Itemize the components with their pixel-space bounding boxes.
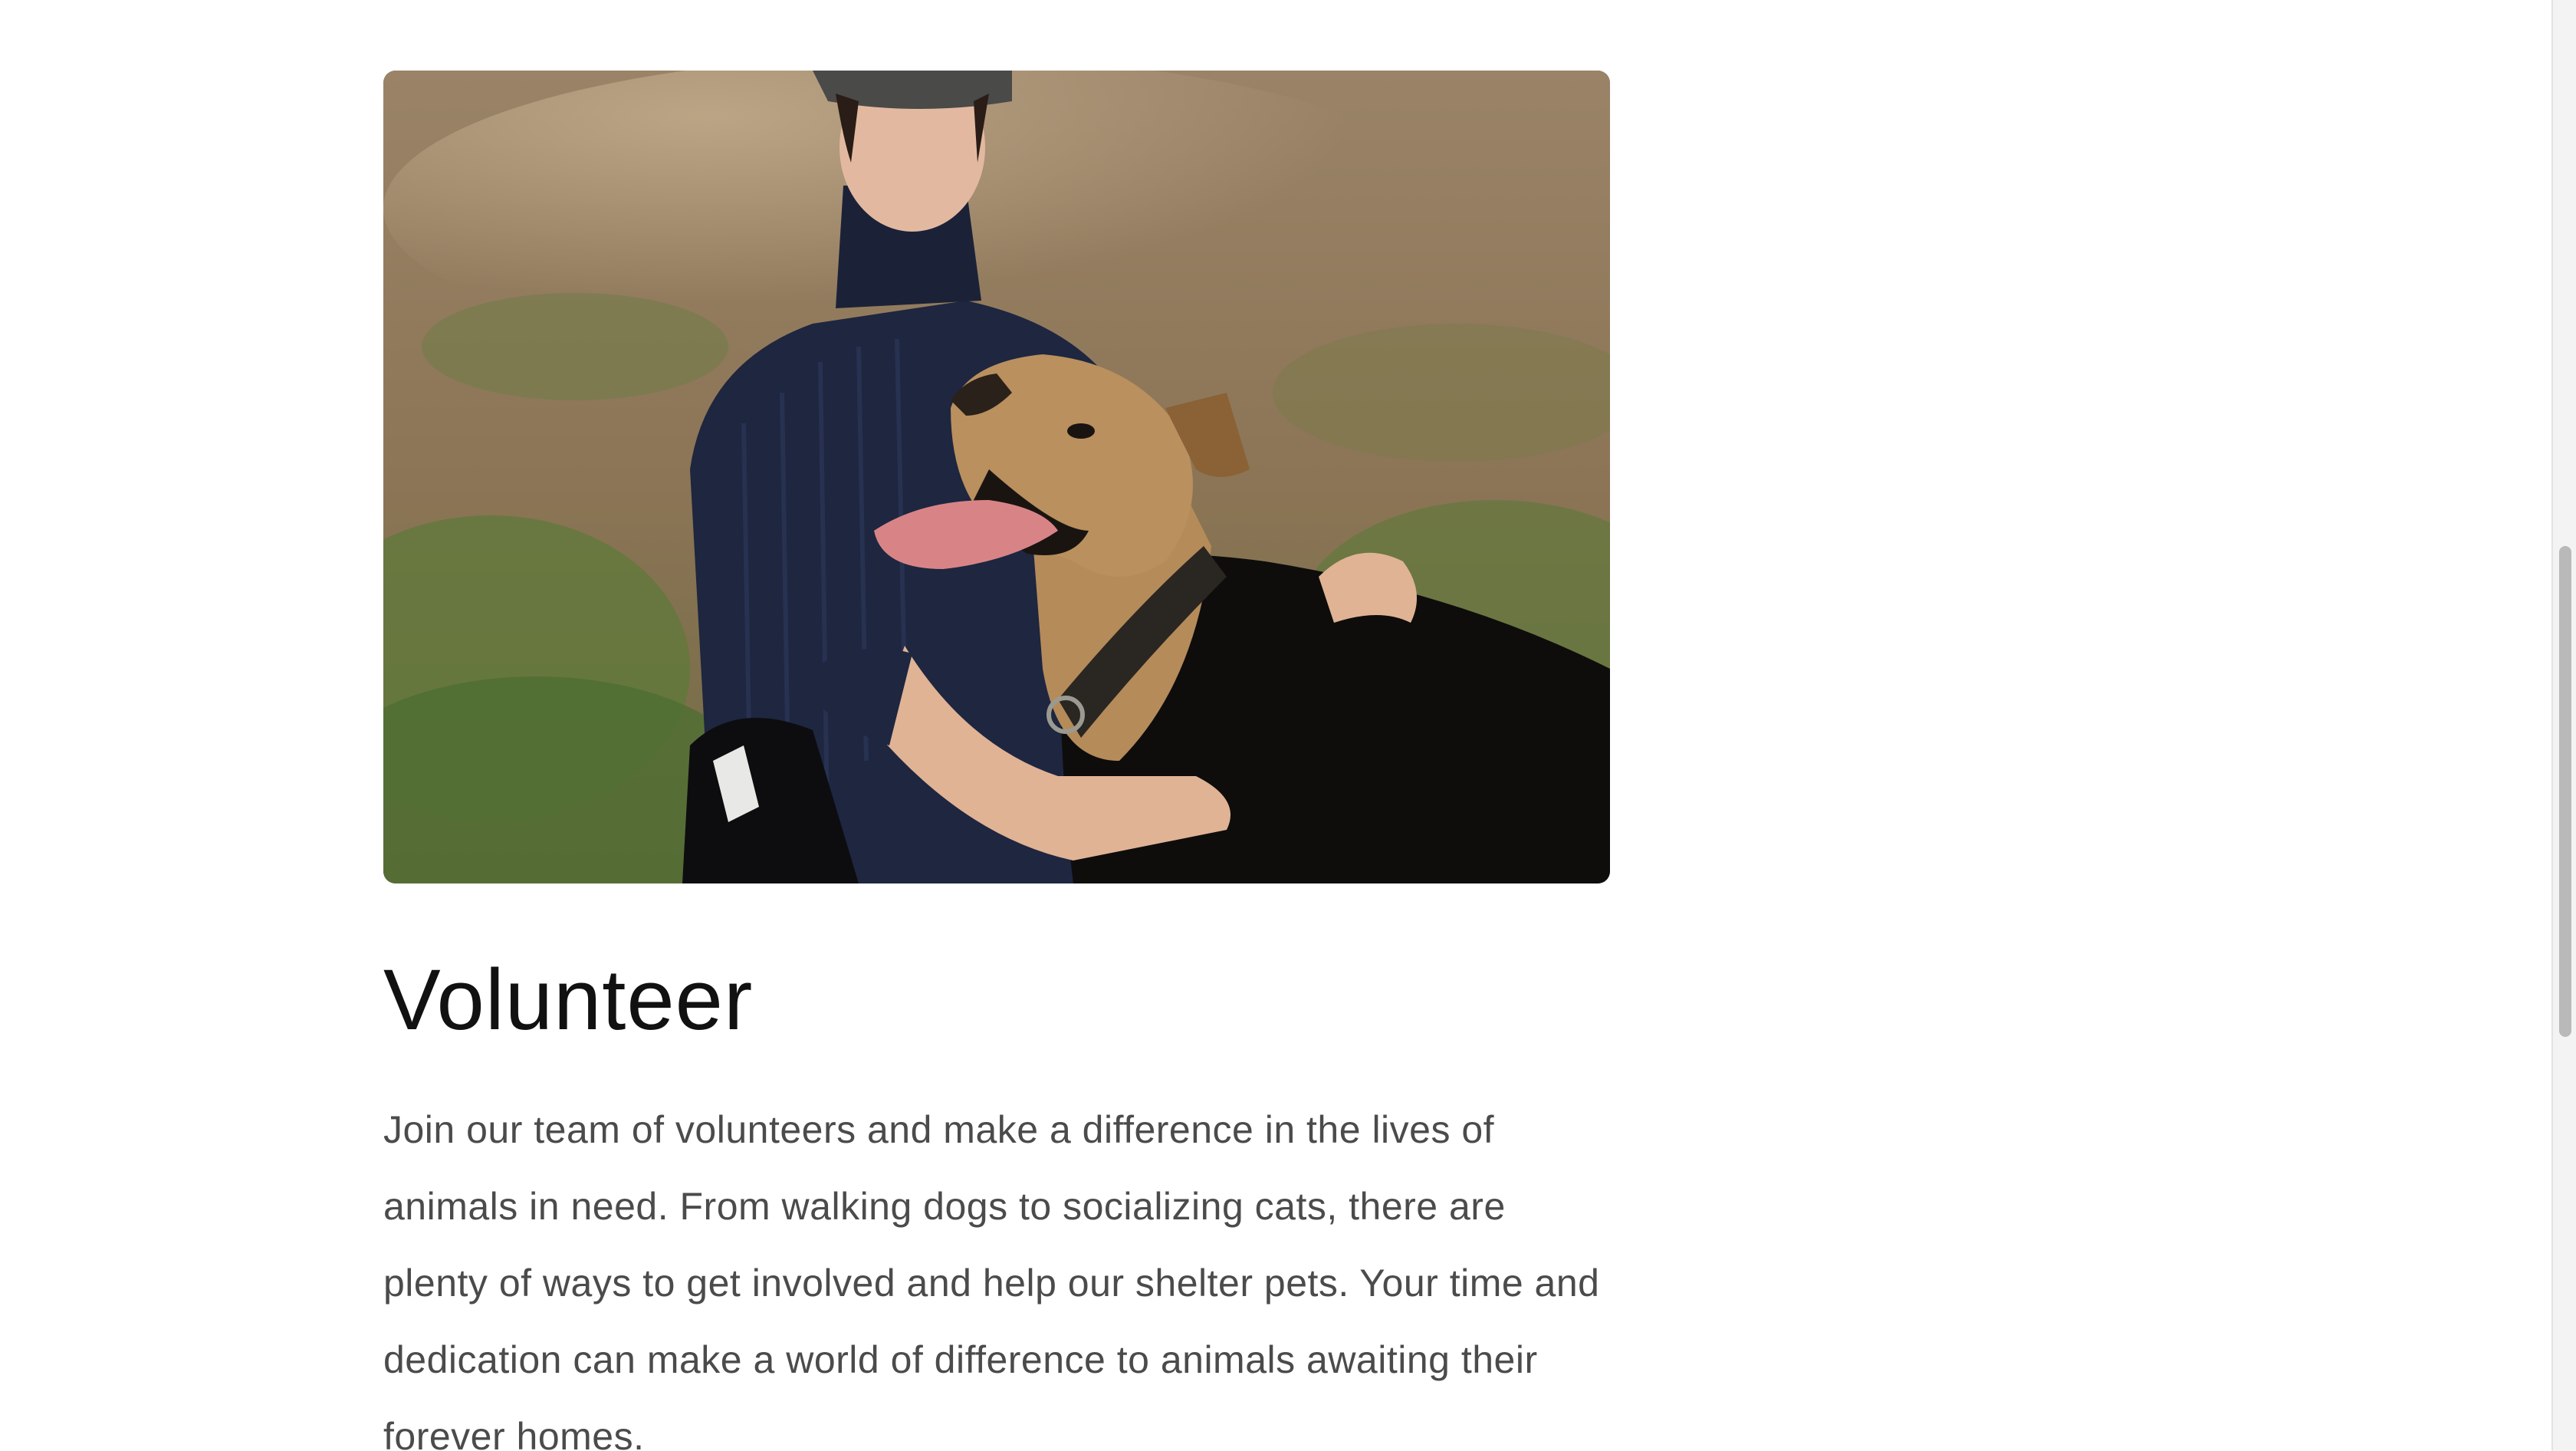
page: Volunteer Join our team of volunteers an…: [0, 0, 2576, 1451]
scrollbar-thumb[interactable]: [2559, 546, 2571, 1037]
section-body: Join our team of volunteers and make a d…: [383, 1108, 1600, 1451]
volunteer-photo: [383, 71, 1610, 883]
volunteer-photo-illustration: [383, 71, 1610, 883]
section-title: Volunteer: [383, 952, 754, 1048]
scrollbar-track[interactable]: [2551, 0, 2576, 1451]
volunteer-section: Volunteer Join our team of volunteers an…: [383, 71, 1610, 1451]
